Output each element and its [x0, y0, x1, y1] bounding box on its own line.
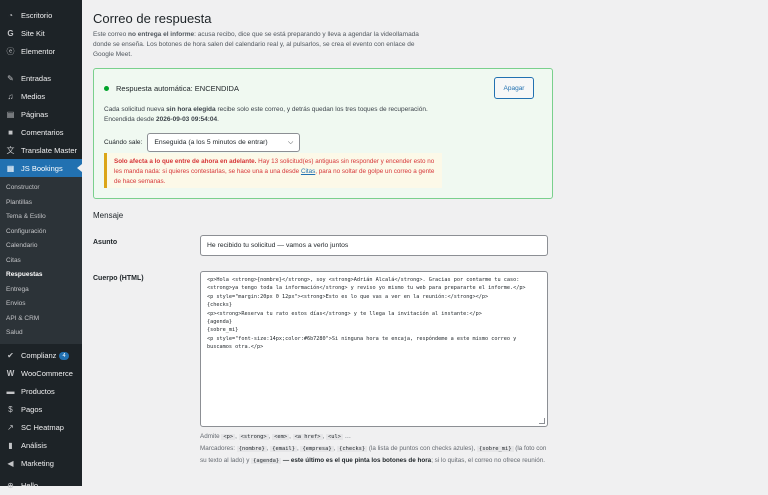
check-icon: ✔: [7, 351, 14, 360]
products-icon: ▬: [6, 387, 15, 396]
citas-link[interactable]: Citas: [301, 168, 315, 175]
sidebar-item-complianz[interactable]: ✔ Complianz 4: [0, 347, 82, 365]
sidebar-item-pagos[interactable]: $ Pagos: [0, 401, 82, 419]
chart-icon: ▮: [8, 441, 13, 450]
submenu-plantillas[interactable]: Plantillas: [0, 196, 82, 211]
sidebar-submenu: Constructor Plantillas Tema & Estilo Con…: [0, 177, 82, 344]
help-text: Admite <p>, <strong>, <em>, <a href>, <u…: [200, 433, 547, 464]
calendar-icon: ▦: [6, 163, 15, 173]
warning-notice: Solo afecta a lo que entre de ahora en a…: [104, 153, 442, 188]
sidebar-item-woocommerce[interactable]: W WooCommerce: [0, 365, 82, 383]
subject-label: Asunto: [93, 239, 118, 246]
sidebar-item-escritorio[interactable]: ◔ Escritorio: [0, 6, 82, 24]
admin-sidebar: ◔ Escritorio G Site Kit ⓔ Elementor ✎ Entrad…: [0, 0, 82, 490]
submenu-respuestas[interactable]: Respuestas: [0, 268, 82, 283]
body-textarea[interactable]: <p>Hola <strong>{nombre}</strong>, soy <…: [200, 271, 548, 427]
woo-icon: W: [6, 369, 15, 378]
page-intro: Este correo no entrega el informe: acusa…: [93, 31, 419, 58]
status-dot-icon: [104, 86, 109, 91]
submenu-citas[interactable]: Citas: [0, 254, 82, 269]
sidebar-item-elementor[interactable]: ⓔ Elementor: [0, 42, 82, 60]
sidebar-item-marketing[interactable]: ◀ Marketing: [0, 455, 82, 473]
sidebar-item-productos[interactable]: ▬ Productos: [0, 383, 82, 401]
dashboard-icon: ◔: [8, 10, 13, 20]
sidebar-item-heatmap[interactable]: ↗ SC Heatmap: [0, 419, 82, 437]
submenu-tema[interactable]: Tema & Estilo: [0, 210, 82, 225]
count-badge: 4: [59, 351, 69, 360]
sidebar-item-analisis[interactable]: ▮ Análisis: [0, 437, 82, 455]
payments-icon: $: [8, 405, 13, 414]
status-line: Respuesta automática: ENCENDIDA: [104, 84, 239, 93]
megaphone-icon: ◀: [7, 459, 14, 468]
sidebar-item-translate[interactable]: 文 Translate Master: [0, 141, 82, 159]
heatmap-icon: ↗: [7, 423, 14, 432]
submenu-calendario[interactable]: Calendario: [0, 239, 82, 254]
media-icon: ♫: [7, 91, 14, 101]
submenu-salud[interactable]: Salud: [0, 326, 82, 341]
turn-off-button[interactable]: Apagar: [494, 77, 534, 99]
submenu-entrega[interactable]: Entrega: [0, 283, 82, 298]
submenu-api-crm[interactable]: API & CRM: [0, 312, 82, 327]
when-label: Cuándo sale:: [104, 139, 143, 146]
body-label: Cuerpo (HTML): [93, 275, 144, 282]
sidebar-item-jsbookings[interactable]: ▦ JS Bookings: [0, 159, 82, 177]
message-heading: Mensaje: [93, 211, 124, 220]
elementor-icon: ⓔ: [6, 46, 15, 56]
status-card: Respuesta automática: ENCENDIDA Apagar C…: [93, 68, 553, 199]
subject-input[interactable]: He recibido tu solicitud — vamos a verlo…: [200, 235, 548, 256]
page-title: Correo de respuesta: [93, 11, 212, 26]
translate-icon: 文: [6, 145, 15, 155]
status-description: Cada solicitud nueva sin hora elegida re…: [104, 106, 428, 123]
when-row: Cuándo sale: Enseguida (a los 5 minutos …: [104, 133, 301, 152]
sidebar-item-entradas[interactable]: ✎ Entradas: [0, 69, 82, 87]
sidebar-item-sitekit[interactable]: G Site Kit: [0, 24, 82, 42]
submenu-constructor[interactable]: Constructor: [0, 181, 82, 196]
sidebar-item-paginas[interactable]: ▤ Páginas: [0, 105, 82, 123]
comments-icon: ■: [8, 127, 13, 137]
chevron-down-icon: ⌵: [288, 138, 294, 146]
sidebar-item-comentarios[interactable]: ■ Comentarios: [0, 123, 82, 141]
sidebar-item-medios[interactable]: ♫ Medios: [0, 87, 82, 105]
resize-handle-icon[interactable]: [539, 418, 545, 424]
submenu-configuracion[interactable]: Configuración: [0, 225, 82, 240]
sitekit-icon: G: [7, 28, 14, 38]
when-select[interactable]: Enseguida (a los 5 minutos de entrar) ⌵: [147, 133, 301, 152]
pin-icon: ✎: [7, 73, 14, 83]
submenu-envios[interactable]: Envios: [0, 297, 82, 312]
pages-icon: ▤: [6, 109, 15, 119]
